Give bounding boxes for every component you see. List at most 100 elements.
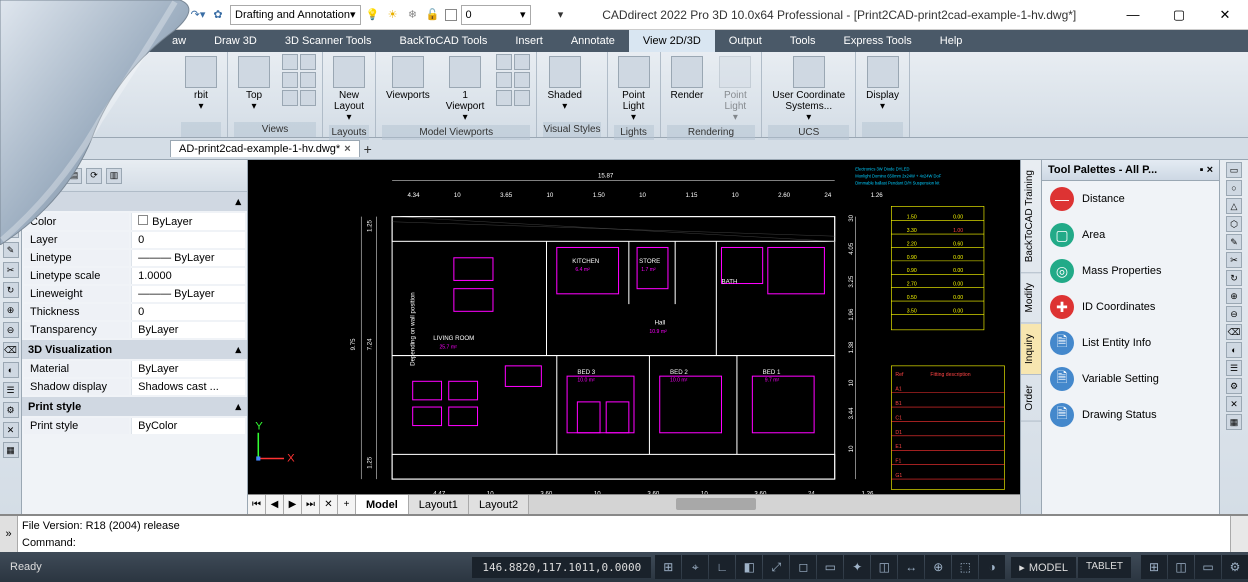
toolbar-icon[interactable]: ⚙ — [1226, 378, 1242, 394]
toolbar-icon[interactable]: ✂ — [1226, 252, 1242, 268]
toolbar-icon[interactable]: ○ — [1226, 180, 1242, 196]
ribbon-small-icon[interactable] — [300, 72, 316, 88]
tablet-toggle[interactable]: TABLET — [1078, 557, 1131, 578]
maximize-button[interactable]: ▢ — [1156, 0, 1202, 30]
toolbar-icon[interactable]: △ — [3, 202, 19, 218]
ribbon-small-icon[interactable] — [514, 90, 530, 106]
toolbar-icon[interactable]: ☰ — [1226, 360, 1242, 376]
ribbon-small-icon[interactable] — [300, 90, 316, 106]
gear-icon[interactable]: ✿ — [210, 7, 226, 23]
prop-value[interactable]: ——— ByLayer — [131, 250, 245, 266]
ribbon-render-button[interactable]: Render — [667, 54, 708, 103]
toolbar-icon[interactable]: ⊕ — [1226, 288, 1242, 304]
toolbar-icon[interactable]: △ — [1226, 198, 1242, 214]
props-icon[interactable]: ▦ — [26, 168, 42, 184]
toolbar-icon[interactable]: ○ — [3, 182, 19, 198]
status-icon[interactable]: ⊞ — [1141, 555, 1167, 579]
toolbar-icon[interactable]: ☰ — [3, 382, 19, 398]
toolbar-icon[interactable]: ⊕ — [3, 302, 19, 318]
palette-item-list-entity-info[interactable]: 🗎List Entity Info — [1042, 325, 1219, 361]
props-section-header[interactable]: 3D Visualization▴ — [22, 340, 247, 359]
palette-item-distance[interactable]: —Distance — [1042, 181, 1219, 217]
layout-tab-model[interactable]: Model — [356, 495, 409, 514]
tab-prev-button[interactable]: ◀ — [266, 495, 284, 514]
redo-icon[interactable]: ↷▾ — [190, 7, 206, 23]
layout-tab-layout1[interactable]: Layout1 — [409, 495, 469, 514]
status-toggle[interactable]: ↔ — [898, 555, 924, 579]
ribbon-small-icon[interactable] — [514, 72, 530, 88]
toolbar-icon[interactable]: ▭ — [3, 162, 19, 178]
sidetab-inquiry[interactable]: Inquiry — [1021, 324, 1041, 375]
status-icon[interactable]: ⚙ — [1222, 555, 1248, 579]
status-toggle[interactable]: ⌖ — [682, 555, 708, 579]
menu-backtocad-tools[interactable]: BackToCAD Tools — [385, 30, 501, 52]
menu-insert[interactable]: Insert — [501, 30, 557, 52]
layer-dropdown[interactable]: 0▾ — [461, 5, 531, 25]
command-text[interactable]: File Version: R18 (2004) release Command… — [18, 516, 1230, 552]
close-button[interactable]: ✕ — [1202, 0, 1248, 30]
model-canvas[interactable]: KITCHEN6.4 m² STORE1.7 m² BATH LIVING RO… — [248, 160, 1020, 494]
prop-value[interactable]: 0 — [131, 232, 245, 248]
toolbar-icon[interactable]: ⬡ — [1226, 216, 1242, 232]
toolbar-icon[interactable]: ✂ — [3, 262, 19, 278]
ribbon-new-button[interactable]: NewLayout▾ — [329, 54, 369, 125]
status-toggle[interactable]: ⬚ — [952, 555, 978, 579]
ribbon-top-button[interactable]: Top▾ — [234, 54, 274, 114]
ribbon-small-icon[interactable] — [496, 90, 512, 106]
toolbar-icon[interactable]: ↻ — [3, 282, 19, 298]
ribbon-small-icon[interactable] — [282, 90, 298, 106]
add-tab-button[interactable]: + — [364, 141, 372, 157]
status-toggle[interactable]: ✦ — [844, 555, 870, 579]
props-icon[interactable]: ⟳ — [86, 168, 102, 184]
status-toggle[interactable]: ⊕ — [925, 555, 951, 579]
ribbon-display-button[interactable]: Display▾ — [862, 54, 903, 114]
props-icon[interactable]: ☰ — [46, 168, 62, 184]
status-toggle[interactable]: ▭ — [817, 555, 843, 579]
props-section-header[interactable]: Print style▴ — [22, 397, 247, 416]
toolbar-icon[interactable]: ⊖ — [1226, 306, 1242, 322]
ribbon-1-button[interactable]: 1Viewport▾ — [442, 54, 489, 125]
ribbon-user-coordinate-button[interactable]: User CoordinateSystems...▾ — [768, 54, 849, 125]
qat-more-icon[interactable]: ▾ — [553, 7, 569, 23]
status-toggle[interactable]: ◑ — [979, 555, 1005, 579]
toolbar-icon[interactable]: ▦ — [3, 442, 19, 458]
sidetab-order[interactable]: Order — [1021, 375, 1041, 422]
tab-next-button[interactable]: ▶ — [284, 495, 302, 514]
menu-annotate[interactable]: Annotate — [557, 30, 629, 52]
sidetab-backtocad-training[interactable]: BackToCAD Training — [1021, 160, 1041, 273]
prop-value[interactable]: Shadows cast ... — [131, 379, 245, 395]
prop-value[interactable]: ——— ByLayer — [131, 286, 245, 302]
palette-item-area[interactable]: ▢Area — [1042, 217, 1219, 253]
ribbon-small-icon[interactable] — [496, 54, 512, 70]
toolbar-icon[interactable]: ⊖ — [3, 322, 19, 338]
prop-value[interactable]: ByLayer — [131, 322, 245, 338]
prop-value[interactable]: ByColor — [131, 418, 245, 434]
toolbar-icon[interactable]: ✕ — [1226, 396, 1242, 412]
ribbon-small-icon[interactable] — [282, 54, 298, 70]
props-section-header[interactable]: ▴ — [22, 192, 247, 211]
undo-icon[interactable]: ↶▾ — [170, 7, 186, 23]
command-scrollbar[interactable] — [1230, 516, 1248, 552]
menu-draw-3d[interactable]: Draw 3D — [200, 30, 271, 52]
palette-item-drawing-status[interactable]: 🗎Drawing Status — [1042, 397, 1219, 433]
props-icon[interactable]: ▤ — [66, 168, 82, 184]
freeze-icon[interactable]: ❄ — [405, 7, 421, 23]
status-toggle[interactable]: ◻ — [790, 555, 816, 579]
palette-item-mass-properties[interactable]: ◎Mass Properties — [1042, 253, 1219, 289]
ribbon-viewports-button[interactable]: Viewports — [382, 54, 434, 103]
palette-item-id-coordinates[interactable]: ✚ID Coordinates — [1042, 289, 1219, 325]
menu-express-tools[interactable]: Express Tools — [830, 30, 926, 52]
toolbar-icon[interactable]: ⚙ — [3, 402, 19, 418]
toolbar-icon[interactable]: ▭ — [1226, 162, 1242, 178]
menu-tools[interactable]: Tools — [776, 30, 830, 52]
menu-aw[interactable]: aw — [158, 30, 200, 52]
palette-item-variable-setting[interactable]: 🗎Variable Setting — [1042, 361, 1219, 397]
layout-tab-layout2[interactable]: Layout2 — [469, 495, 529, 514]
close-icon[interactable]: × — [344, 143, 350, 155]
status-icon[interactable]: ◫ — [1168, 555, 1194, 579]
toolbar-icon[interactable]: ↻ — [1226, 270, 1242, 286]
menu-view-2d-3d[interactable]: View 2D/3D — [629, 30, 715, 52]
toolbar-icon[interactable]: ▦ — [1226, 414, 1242, 430]
workspace-dropdown[interactable]: Drafting and Annotation▾ — [230, 5, 361, 25]
prop-value[interactable]: 0 — [131, 304, 245, 320]
